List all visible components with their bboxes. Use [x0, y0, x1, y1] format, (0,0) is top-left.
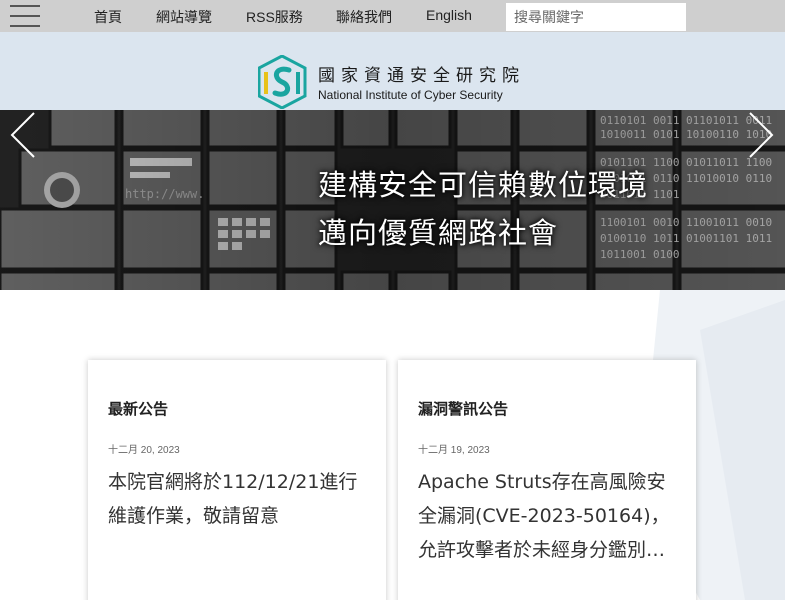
nav-link-sitemap[interactable]: 網站導覽 — [156, 7, 212, 27]
vulnerability-alert-card[interactable]: 漏洞警訊公告 十二月 19, 2023 Apache Struts存在高風險安全… — [398, 360, 696, 600]
org-name-en: National Institute of Cyber Security — [318, 88, 503, 102]
banner-slogan-line1: 建構安全可信賴數位環境 — [318, 168, 649, 202]
chevron-right-icon[interactable] — [746, 110, 776, 160]
nav-link-rss[interactable]: RSS服務 — [246, 7, 303, 27]
top-bar: 首頁 網站導覽 RSS服務 聯絡我們 English — [0, 0, 785, 32]
card-title: 漏洞警訊公告 — [418, 400, 509, 418]
nav-link-contact[interactable]: 聯絡我們 — [336, 7, 392, 27]
card-date: 十二月 19, 2023 — [418, 445, 490, 456]
card-title: 最新公告 — [108, 400, 169, 418]
org-name-zh: 國家資通安全研究院 — [318, 66, 525, 86]
announcement-card[interactable]: 最新公告 十二月 20, 2023 本院官網將於112/12/21進行維護作業，… — [88, 360, 386, 600]
card-body: 本院官網將於112/12/21進行維護作業，敬請留意 — [108, 471, 358, 527]
banner-slogan-line2: 邁向優質網路社會 — [318, 216, 559, 250]
hamburger-menu-icon[interactable] — [10, 3, 40, 29]
card-body: Apache Struts存在高風險安全漏洞(CVE-2023-50164)，允… — [418, 471, 670, 561]
hero-banner: 0110101 00111010011 0101 0101101 1100110… — [0, 110, 785, 290]
nav-link-home[interactable]: 首頁 — [94, 7, 122, 27]
search-input[interactable] — [506, 3, 686, 31]
nav-link-english[interactable]: English — [426, 7, 472, 23]
card-date: 十二月 20, 2023 — [108, 445, 180, 456]
main-content: 最新公告 十二月 20, 2023 本院官網將於112/12/21進行維護作業，… — [0, 290, 785, 600]
nics-logo-icon[interactable] — [258, 55, 308, 109]
site-header: 國家資通安全研究院 National Institute of Cyber Se… — [0, 32, 785, 110]
chevron-left-icon[interactable] — [8, 110, 38, 160]
